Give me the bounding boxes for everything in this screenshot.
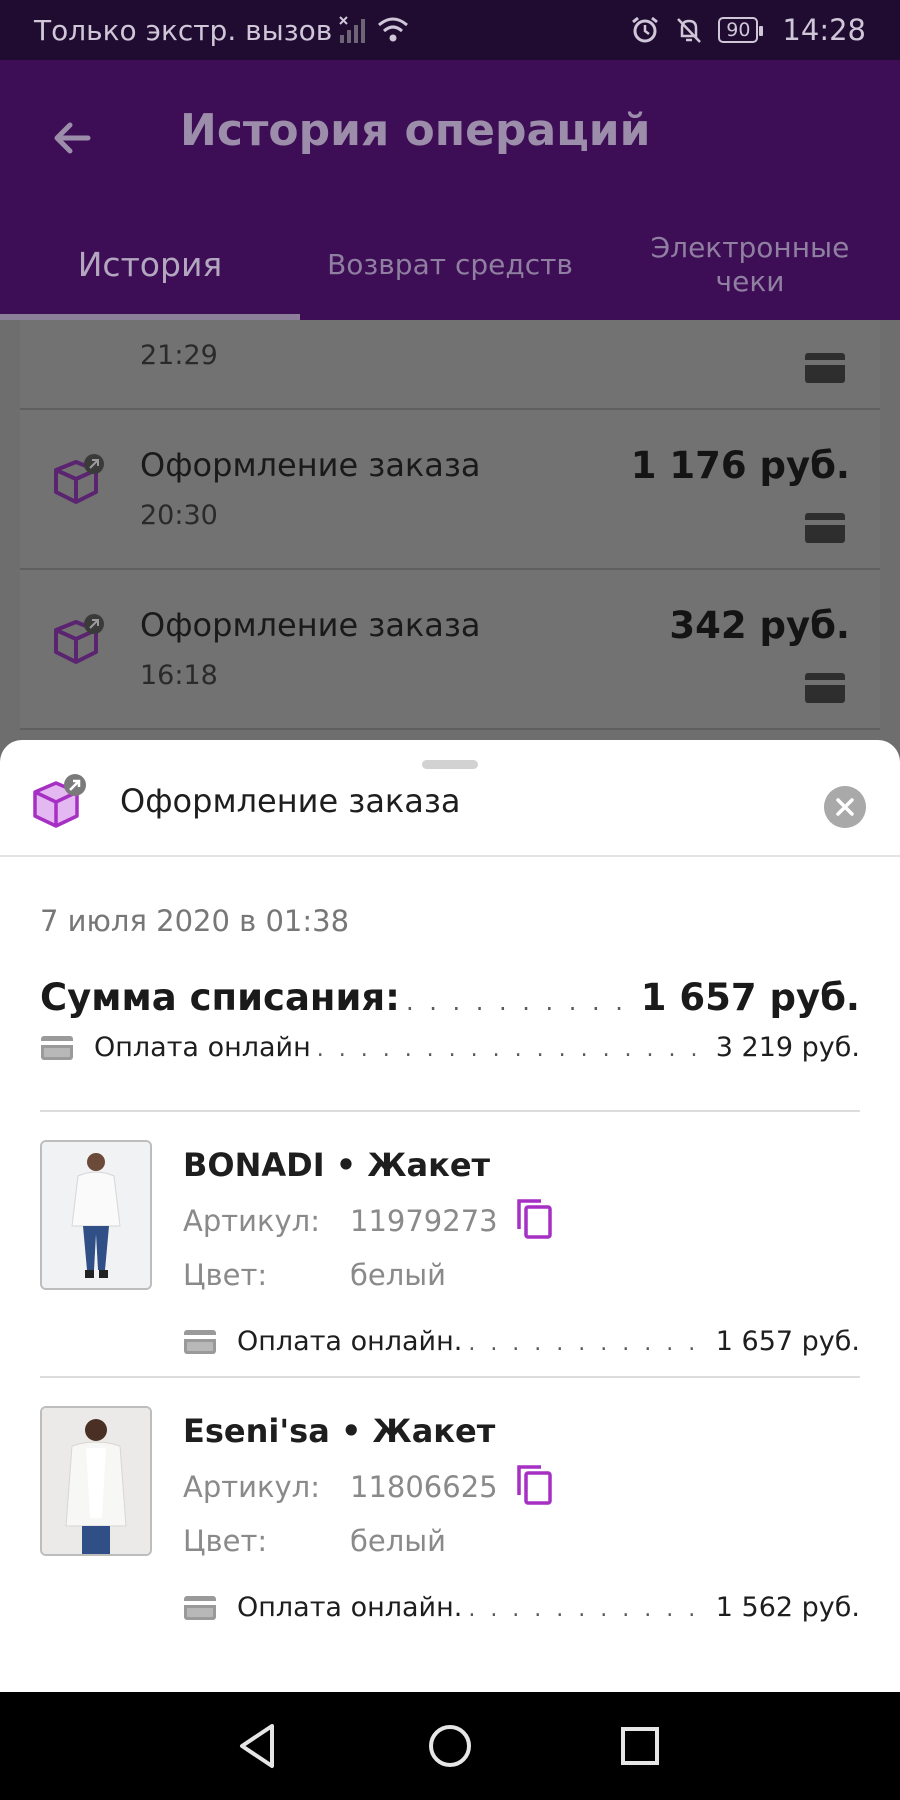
card-icon (41, 1035, 73, 1060)
tab-history[interactable]: История (0, 210, 300, 320)
operation-time: 20:30 (140, 500, 218, 531)
box-icon (54, 454, 104, 504)
item-payment-value: 1 657 руб. (715, 1326, 860, 1357)
mute-bell-icon (677, 18, 702, 43)
nav-back-icon[interactable] (226, 1714, 290, 1778)
battery-indicator: 90 (718, 17, 764, 43)
color-value: белый (350, 1258, 447, 1292)
page-title: История операций (180, 105, 651, 156)
drag-handle[interactable] (422, 760, 478, 769)
operation-time: 21:29 (140, 340, 218, 371)
card-icon (805, 513, 845, 543)
total-label: Сумма списания: (40, 976, 400, 1019)
operation-title: Оформление заказа (140, 606, 481, 644)
product-image[interactable] (40, 1140, 152, 1290)
operations-list: 21:29 Оформление заказа 20:30 1 176 руб.… (20, 320, 880, 740)
operation-date: 7 июля 2020 в 01:38 (40, 904, 350, 938)
list-item[interactable]: Оформление заказа 20:30 1 176 руб. (20, 410, 880, 570)
color-value: белый (350, 1524, 447, 1558)
divider (0, 855, 900, 857)
divider (40, 1110, 860, 1112)
product-photo (42, 1408, 150, 1554)
close-icon[interactable] (824, 786, 866, 828)
card-icon (805, 353, 845, 383)
back-arrow-icon[interactable] (44, 110, 100, 166)
color-label: Цвет: (183, 1258, 268, 1292)
total-row: Сумма списания: 1 657 руб. (40, 976, 860, 1019)
nav-home-icon[interactable] (418, 1714, 482, 1778)
total-value: 1 657 руб. (640, 976, 860, 1019)
list-item[interactable]: 21:29 (20, 320, 880, 410)
divider (40, 1376, 860, 1378)
list-item[interactable]: Оформление заказа 16:18 342 руб. (20, 570, 880, 730)
box-icon (54, 614, 104, 664)
payment-value: 3 219 руб. (715, 1032, 860, 1063)
order-item: BONADI • Жакет Артикул: 11979273 Цвет: б… (40, 1140, 860, 1357)
item-title: Eseni'sa • Жакет (183, 1412, 496, 1450)
tab-bar: История Возврат средств Электронные чеки (0, 210, 900, 320)
item-payment-label: Оплата онлайн. (237, 1326, 463, 1357)
item-title: BONADI • Жакет (183, 1146, 491, 1184)
tab-receipts[interactable]: Электронные чеки (600, 210, 900, 320)
order-item: Eseni'sa • Жакет Артикул: 11806625 Цвет:… (40, 1406, 860, 1623)
carrier-text: Только экстр. вызов (34, 13, 333, 47)
wifi-icon (378, 17, 409, 42)
app-bar: История операций История Возврат средств… (0, 60, 900, 320)
sheet-title: Оформление заказа (120, 782, 461, 820)
product-image[interactable] (40, 1406, 152, 1556)
copy-icon[interactable] (514, 1197, 554, 1241)
product-photo (42, 1142, 150, 1288)
operation-details-sheet: Оформление заказа 7 июля 2020 в 01:38 Су… (0, 740, 900, 1692)
operation-amount: 1 176 руб. (630, 444, 850, 487)
copy-icon[interactable] (514, 1463, 554, 1507)
article-value: 11979273 (350, 1204, 498, 1238)
alarm-icon (632, 16, 659, 43)
card-icon (184, 1329, 216, 1354)
clock: 14:28 (782, 13, 866, 47)
article-value: 11806625 (350, 1470, 498, 1504)
operation-time: 16:18 (140, 660, 218, 691)
article-label: Артикул: (183, 1470, 320, 1504)
item-payment-row: Оплата онлайн. 1 657 руб. (183, 1326, 860, 1357)
box-icon (33, 774, 86, 828)
card-icon (184, 1595, 216, 1620)
article-label: Артикул: (183, 1204, 320, 1238)
item-payment-label: Оплата онлайн. (237, 1592, 463, 1623)
operation-title: Оформление заказа (140, 446, 481, 484)
payment-row: Оплата онлайн 3 219 руб. (40, 1032, 860, 1063)
item-payment-row: Оплата онлайн. 1 562 руб. (183, 1592, 860, 1623)
payment-label: Оплата онлайн (94, 1032, 311, 1063)
operation-amount: 342 руб. (669, 604, 850, 647)
cellular-signal-icon (339, 16, 366, 43)
tab-refunds[interactable]: Возврат средств (300, 210, 600, 320)
nav-recents-icon[interactable] (608, 1714, 672, 1778)
status-bar: Только экстр. вызов 90 14:28 (0, 0, 900, 60)
item-payment-value: 1 562 руб. (715, 1592, 860, 1623)
color-label: Цвет: (183, 1524, 268, 1558)
card-icon (805, 673, 845, 703)
system-nav-bar (0, 1692, 900, 1800)
